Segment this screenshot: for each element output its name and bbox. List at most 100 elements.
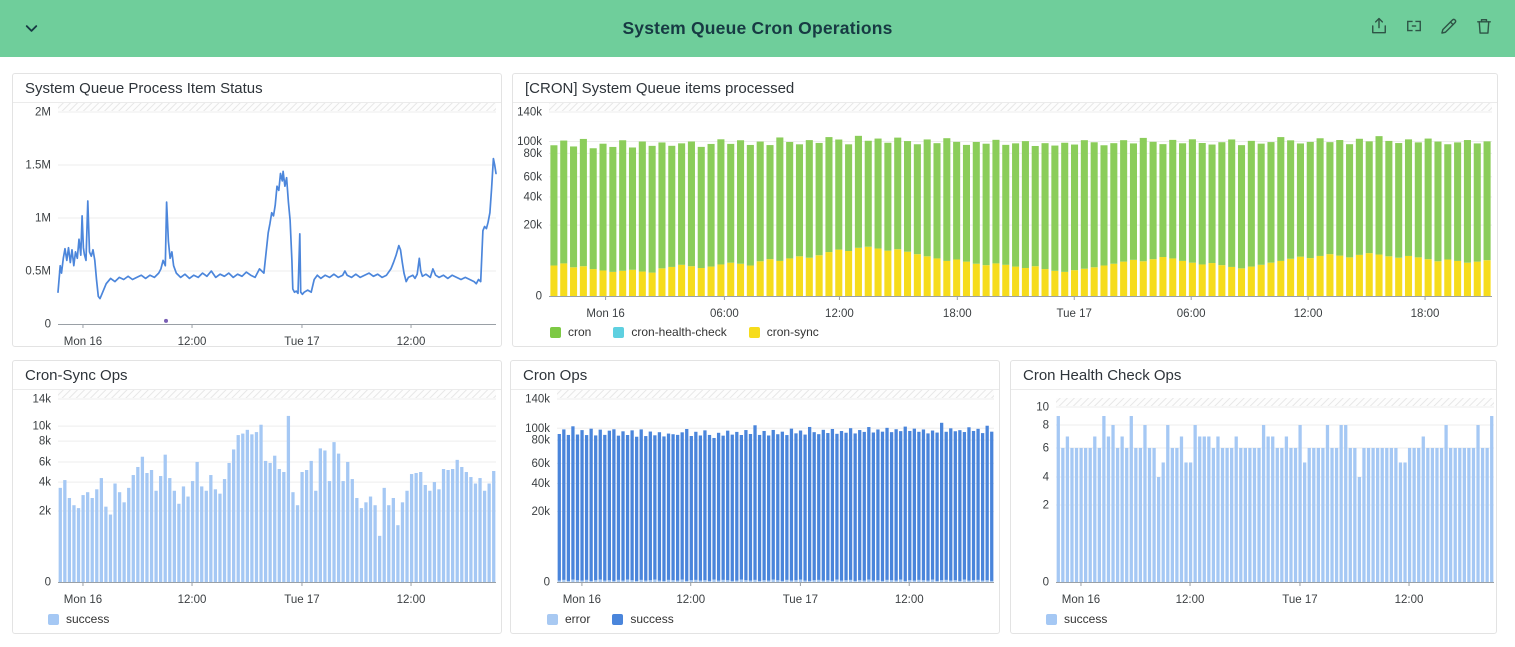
health_check_ops-chart-canvas[interactable]: 0246810Mon 1612:00Tue 1712:00: [1011, 390, 1496, 633]
health_check_ops-legend: success: [1046, 611, 1107, 627]
cron_sync_ops-chart-canvas[interactable]: 02k4k6k8k10k14kMon 1612:00Tue 1712:00: [13, 390, 501, 633]
y-axis-label: 0: [45, 577, 51, 589]
legend-label: cron-health-check: [631, 324, 726, 340]
x-axis-label: 12:00: [397, 336, 426, 346]
y-axis-label: 140k: [525, 394, 550, 406]
x-axis-label: Mon 16: [1062, 594, 1100, 606]
y-axis-label: 0: [536, 291, 542, 303]
header-actions: [1368, 15, 1495, 37]
share-button[interactable]: [1368, 15, 1390, 37]
dashboard-header: System Queue Cron Operations: [0, 0, 1515, 57]
panel-title: Cron Health Check Ops: [1011, 361, 1496, 390]
x-axis-label: Mon 16: [64, 594, 102, 606]
y-axis-label: 2: [1043, 500, 1049, 512]
x-axis-label: 06:00: [710, 308, 739, 320]
panel-cron-ops: Cron Ops 020k40k60k80k100k140kMon 1612:0…: [510, 360, 1000, 634]
y-axis-label: 0: [544, 577, 550, 589]
legend-swatch: [613, 327, 624, 338]
items-processed-chart[interactable]: 020k40k60k80k100k140kMon 1606:0012:0018:…: [513, 103, 1497, 346]
cron-sync-ops-chart[interactable]: 02k4k6k8k10k14kMon 1612:00Tue 1712:00suc…: [13, 390, 501, 633]
panel-title: [CRON] System Queue items processed: [513, 74, 1497, 103]
legend-swatch: [48, 614, 59, 625]
trash-icon: [1474, 16, 1494, 36]
x-axis-label: 12:00: [178, 594, 207, 606]
y-axis-label: 100k: [517, 136, 542, 148]
y-axis-label: 40k: [531, 478, 550, 490]
y-axis-label: 60k: [523, 171, 542, 183]
y-axis-label: 8k: [39, 436, 51, 448]
cron-health-check-ops-chart[interactable]: 0246810Mon 1612:00Tue 1712:00success: [1011, 390, 1496, 633]
process_item_status-chart-canvas[interactable]: 00.5M1M1.5M2MMon 1612:00Tue 1712:00: [13, 103, 501, 346]
x-axis-label: Mon 16: [586, 308, 624, 320]
y-axis-label: 80k: [523, 148, 542, 160]
y-axis-label: 2M: [35, 107, 51, 119]
edit-button[interactable]: [1438, 15, 1460, 37]
y-axis-label: 80k: [531, 435, 550, 447]
x-axis-label: Mon 16: [563, 594, 601, 606]
cron_ops-chart-canvas[interactable]: 0 20k 40k 60k 80k100k 140k Mon 16 12:00 Tue 17 12…: [511, 390, 999, 633]
legend-swatch: [1046, 614, 1057, 625]
y-axis-label: 20k: [523, 220, 542, 232]
legend-label: cron-sync: [767, 324, 819, 340]
x-axis-label: 12:00: [1395, 594, 1424, 606]
y-axis-label: 4k: [39, 477, 51, 489]
embed-button[interactable]: [1403, 15, 1425, 37]
legend-swatch: [547, 614, 558, 625]
x-axis-label: 12:00: [178, 336, 207, 346]
y-axis-label: 10k: [32, 421, 51, 433]
legend-swatch: [550, 327, 561, 338]
x-axis-label: 12:00: [397, 594, 426, 606]
x-axis-label: 12:00: [1294, 308, 1323, 320]
y-axis-label: 6: [1043, 442, 1049, 454]
legend-item-cron-sync[interactable]: cron-sync: [749, 324, 819, 340]
y-axis-label: 10: [1036, 402, 1049, 414]
legend-item-success[interactable]: success: [48, 611, 109, 627]
cron_ops-legend: error success: [547, 611, 674, 627]
legend-label: success: [66, 611, 109, 627]
y-axis-label: 14k: [32, 394, 51, 406]
process-item-status-chart[interactable]: 00.5M1M1.5M2MMon 1612:00Tue 1712:00: [13, 103, 501, 346]
panel-process-item-status: System Queue Process Item Status 00.5M1M…: [12, 73, 502, 347]
y-axis-label: 0: [1043, 577, 1049, 589]
items_processed-chart-canvas[interactable]: 020k40k60k80k100k140kMon 1606:0012:0018:…: [513, 103, 1497, 346]
cron_sync_ops-legend: success: [48, 611, 109, 627]
items_processed-legend: cron cron-health-check cron-sync: [550, 324, 819, 340]
legend-swatch: [612, 614, 623, 625]
x-axis-label: Tue 17: [284, 594, 319, 606]
x-axis-label: Tue 17: [284, 336, 319, 346]
legend-label: success: [630, 611, 673, 627]
y-axis-label: 0: [45, 319, 51, 331]
legend-item-error[interactable]: error: [547, 611, 590, 627]
legend-item-success[interactable]: success: [1046, 611, 1107, 627]
legend-swatch: [749, 327, 760, 338]
dashboard-page: System Queue Cron Operations: [0, 0, 1515, 647]
x-axis-label: Mon 16: [64, 336, 102, 346]
legend-item-cron-health-check[interactable]: cron-health-check: [613, 324, 726, 340]
y-axis-label: 6k: [39, 456, 51, 468]
y-axis-label: 100k: [525, 423, 550, 435]
y-axis-label: 140k: [517, 107, 542, 119]
panel-items-processed: [CRON] System Queue items processed 0 20k…: [512, 73, 1498, 347]
y-axis-label: 1.5M: [25, 160, 51, 172]
x-axis-label: 18:00: [1411, 308, 1440, 320]
legend-item-success[interactable]: success: [612, 611, 673, 627]
y-axis-label: 60k: [531, 458, 550, 470]
x-axis-label: 12:00: [676, 594, 705, 606]
cron-ops-chart[interactable]: 0 20k 40k 60k 80k100k 140k Mon 16 12:00 Tue 17 12…: [511, 390, 999, 633]
legend-label: error: [565, 611, 590, 627]
x-axis-label: Tue 17: [1057, 308, 1092, 320]
x-axis-label: 12:00: [895, 594, 924, 606]
dashboard-title: System Queue Cron Operations: [0, 18, 1515, 39]
panel-title: System Queue Process Item Status: [13, 74, 501, 103]
x-axis-label: Tue 17: [1282, 594, 1317, 606]
panel-cron-sync-ops: Cron-Sync Ops 02k4k6k8k10k14kMon 1612:00…: [12, 360, 502, 634]
delete-button[interactable]: [1473, 15, 1495, 37]
x-axis-label: Tue 17: [783, 594, 818, 606]
y-axis-label: 20k: [531, 506, 550, 518]
panel-title: Cron-Sync Ops: [13, 361, 501, 390]
legend-item-cron[interactable]: cron: [550, 324, 591, 340]
legend-label: success: [1064, 611, 1107, 627]
y-axis-label: 1M: [35, 213, 51, 225]
embed-cells-icon: [1404, 16, 1424, 36]
y-axis-label: 4: [1043, 472, 1050, 484]
